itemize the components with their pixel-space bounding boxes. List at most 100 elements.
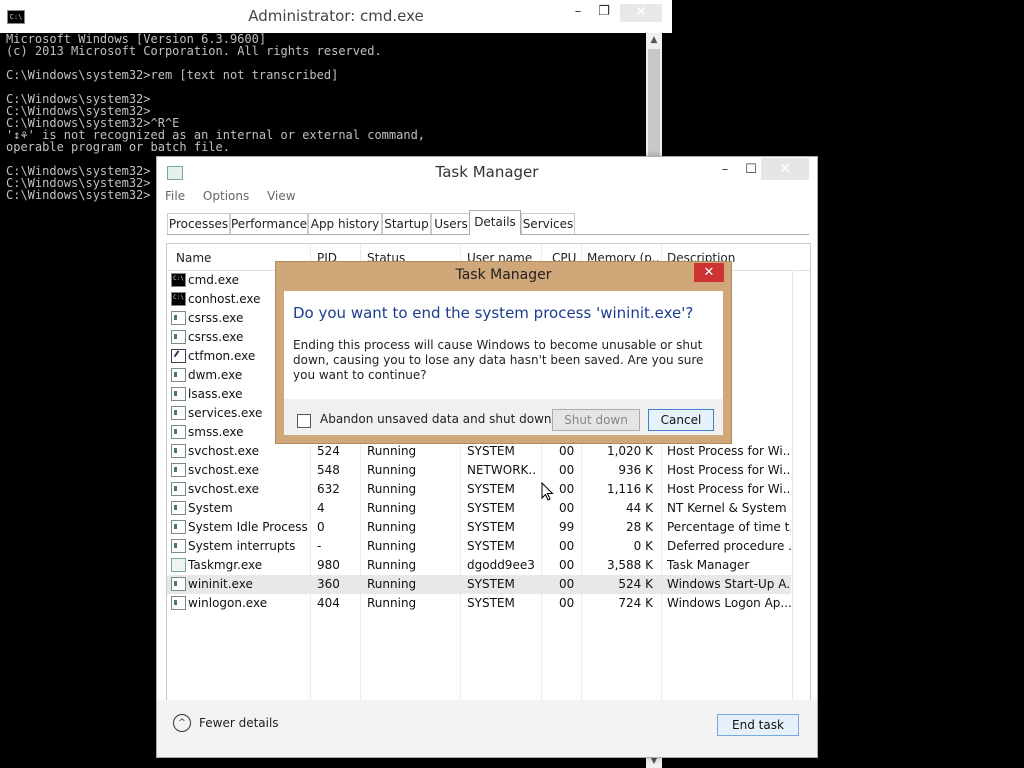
cmd-title-bar[interactable]: C:\ Administrator: cmd.exe – ❐ ✕: [0, 0, 672, 33]
close-button[interactable]: ✕: [620, 4, 662, 22]
cell-pid: 548: [317, 463, 340, 477]
tab-performance[interactable]: Performance: [230, 213, 308, 234]
tab-details[interactable]: Details: [469, 210, 521, 235]
close-button[interactable]: ✕: [761, 158, 809, 180]
abandon-data-label[interactable]: Abandon unsaved data and shut down.: [320, 412, 555, 426]
tab-processes[interactable]: Processes: [167, 213, 230, 234]
task-manager-window: Task Manager – ☐ ✕ File Options View Pro…: [156, 156, 818, 758]
scroll-up-icon[interactable]: ▲: [646, 33, 662, 47]
cell-cpu: 00: [559, 577, 575, 591]
chevron-up-icon: ^: [173, 714, 191, 732]
process-icon: [171, 520, 186, 534]
tab-services[interactable]: Services: [521, 213, 575, 234]
table-row[interactable]: svchost.exe 548 Running NETWORK... 00 936 K Ho…: [167, 461, 791, 480]
cell-cpu: 00: [559, 444, 575, 458]
cell-status: Running: [367, 520, 417, 534]
cell-desc: Host Process for Wi...: [667, 482, 791, 496]
cell-cpu: 00: [559, 482, 575, 496]
minimize-button[interactable]: –: [565, 4, 591, 22]
console-line: operable program or batch file.: [6, 140, 230, 154]
task-manager-footer: ^ Fewer details End task: [157, 700, 817, 757]
menu-file[interactable]: File: [165, 189, 185, 203]
table-row[interactable]: System 4 Running SYSTEM 00 44 K NT Kernel & Sy…: [167, 499, 791, 518]
cell-desc: NT Kernel & System: [667, 501, 787, 515]
cell-mem: 28 K: [626, 520, 653, 534]
cell-user: SYSTEM: [467, 501, 515, 515]
cell-name: wininit.exe: [188, 577, 253, 591]
cell-desc: Windows Logon Ap...: [667, 596, 791, 610]
process-icon: [171, 558, 186, 572]
cell-status: Running: [367, 444, 417, 458]
process-icon: [171, 577, 186, 591]
menu-options[interactable]: Options: [203, 189, 249, 203]
end-process-dialog: Task Manager ✕ Do you want to end the sy…: [275, 261, 732, 444]
cancel-button[interactable]: Cancel: [648, 409, 714, 431]
process-icon: [171, 425, 186, 439]
cell-user: SYSTEM: [467, 577, 515, 591]
dialog-heading: Do you want to end the system process 'w…: [293, 304, 694, 322]
tab-users[interactable]: Users: [431, 213, 471, 234]
tab-startup[interactable]: Startup: [382, 213, 431, 234]
cell-status: Running: [367, 463, 417, 477]
cell-status: Running: [367, 596, 417, 610]
table-row[interactable]: System Idle Process 0 Running SYSTEM 99 28 K P…: [167, 518, 791, 537]
process-icon: [171, 368, 186, 382]
process-icon: [171, 349, 186, 363]
cell-cpu: 00: [559, 463, 575, 477]
dialog-close-button[interactable]: ✕: [694, 263, 724, 282]
cell-user: NETWORK...: [467, 463, 537, 477]
cell-desc: Windows Start-Up A...: [667, 577, 791, 591]
cell-pid: -: [317, 539, 322, 553]
process-icon: [171, 463, 186, 477]
process-icon: [171, 501, 186, 515]
cell-pid: 360: [317, 577, 340, 591]
cell-status: Running: [367, 482, 417, 496]
restore-button[interactable]: ❐: [591, 4, 617, 22]
minimize-button[interactable]: –: [711, 160, 739, 180]
cell-name: svchost.exe: [188, 444, 259, 458]
table-row[interactable]: svchost.exe 524 Running SYSTEM 00 1,020 K Host…: [167, 442, 791, 461]
cell-user: dgodd9ee3: [467, 558, 535, 572]
tab-app-history[interactable]: App history: [308, 213, 382, 234]
cell-mem: 0 K: [633, 539, 653, 553]
cell-name: winlogon.exe: [188, 596, 268, 610]
cell-pid: 4: [317, 501, 325, 515]
cell-name: svchost.exe: [188, 463, 259, 477]
cell-cpu: 99: [559, 520, 575, 534]
table-row[interactable]: wininit.exe 360 Running SYSTEM 00 524 K Window…: [167, 575, 791, 594]
task-manager-title-bar[interactable]: Task Manager – ☐ ✕: [157, 157, 817, 187]
cell-name: System: [188, 501, 233, 515]
cell-mem: 524 K: [618, 577, 653, 591]
table-scrollbar[interactable]: [792, 270, 810, 700]
dialog-footer: Abandon unsaved data and shut down. Shut…: [284, 399, 723, 435]
cell-mem: 1,116 K: [606, 482, 653, 496]
cell-status: Running: [367, 501, 417, 515]
cell-pid: 980: [317, 558, 340, 572]
menu-bar: File Options View: [165, 189, 310, 207]
cell-user: SYSTEM: [467, 520, 515, 534]
console-line: (c) 2013 Microsoft Corporation. All righ…: [6, 44, 382, 58]
cell-cpu: 00: [559, 501, 575, 515]
menu-view[interactable]: View: [267, 189, 295, 203]
end-task-button[interactable]: End task: [717, 714, 799, 736]
table-row[interactable]: winlogon.exe 404 Running SYSTEM 00 724 K Windo…: [167, 594, 791, 613]
cell-pid: 632: [317, 482, 340, 496]
cell-name: svchost.exe: [188, 482, 259, 496]
abandon-data-checkbox[interactable]: [297, 414, 311, 428]
shut-down-button: Shut down: [552, 409, 640, 431]
cell-user: SYSTEM: [467, 482, 515, 496]
cell-pid: 524: [317, 444, 340, 458]
process-icon: [171, 406, 186, 420]
cell-cpu: 00: [559, 596, 575, 610]
table-row[interactable]: Taskmgr.exe 980 Running dgodd9ee3 00 3,588 K T…: [167, 556, 791, 575]
process-icon: [171, 292, 186, 306]
dialog-title: Task Manager: [455, 267, 552, 283]
cell-cpu: 00: [559, 558, 575, 572]
column-header-name[interactable]: Name ▲: [176, 251, 211, 265]
dialog-body: Do you want to end the system process 'w…: [284, 291, 723, 399]
cell-desc: Host Process for Wi...: [667, 444, 791, 458]
table-row[interactable]: System interrupts - Running SYSTEM 00 0 K Defe…: [167, 537, 791, 556]
process-icon: [171, 387, 186, 401]
cell-mem: 724 K: [618, 596, 653, 610]
table-row[interactable]: svchost.exe 632 Running SYSTEM 00 1,116 K Host…: [167, 480, 791, 499]
